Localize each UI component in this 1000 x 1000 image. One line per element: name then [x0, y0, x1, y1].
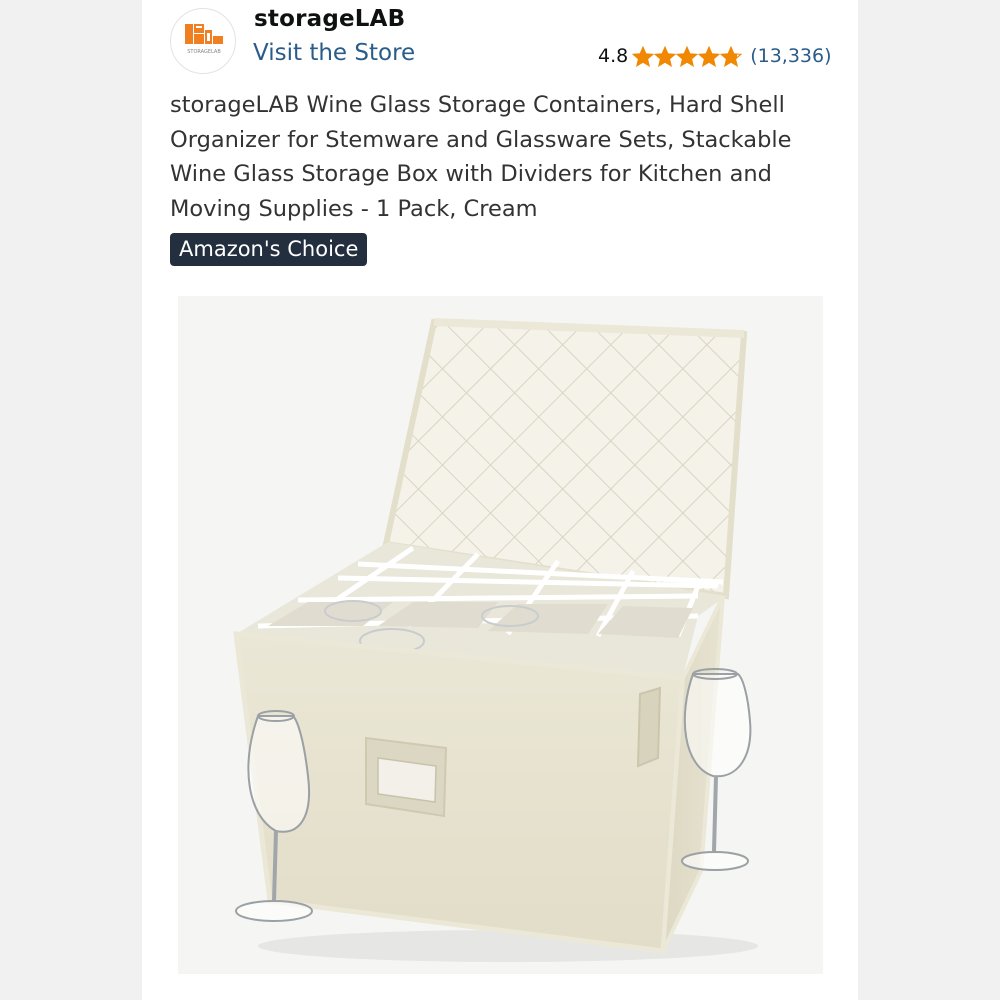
wine-glass-storage-box-image	[178, 296, 823, 974]
star-icon	[698, 45, 721, 67]
product-image[interactable]	[178, 296, 823, 974]
star-icon	[676, 45, 699, 67]
label-holder	[365, 736, 448, 818]
logo-wordmark: STORAGELAB	[187, 49, 221, 55]
star-icon	[632, 45, 655, 67]
star-icon	[720, 45, 743, 67]
product-title: storageLAB Wine Glass Storage Containers…	[170, 92, 792, 222]
visit-store-link[interactable]: Visit the Store	[253, 40, 415, 66]
store-logo[interactable]: STORAGELAB	[170, 8, 236, 74]
store-brand-name[interactable]: storageLAB	[254, 6, 405, 32]
rating-value: 4.8	[598, 45, 629, 67]
star-rating[interactable]	[632, 45, 743, 67]
rating-row[interactable]: 4.8 (13,336)	[598, 44, 832, 68]
storagelab-logo-icon: STORAGELAB	[185, 24, 223, 55]
star-icon	[654, 45, 677, 67]
amazons-choice-badge: Amazon's Choice	[170, 233, 368, 266]
review-count-link[interactable]: (13,336)	[750, 45, 831, 67]
